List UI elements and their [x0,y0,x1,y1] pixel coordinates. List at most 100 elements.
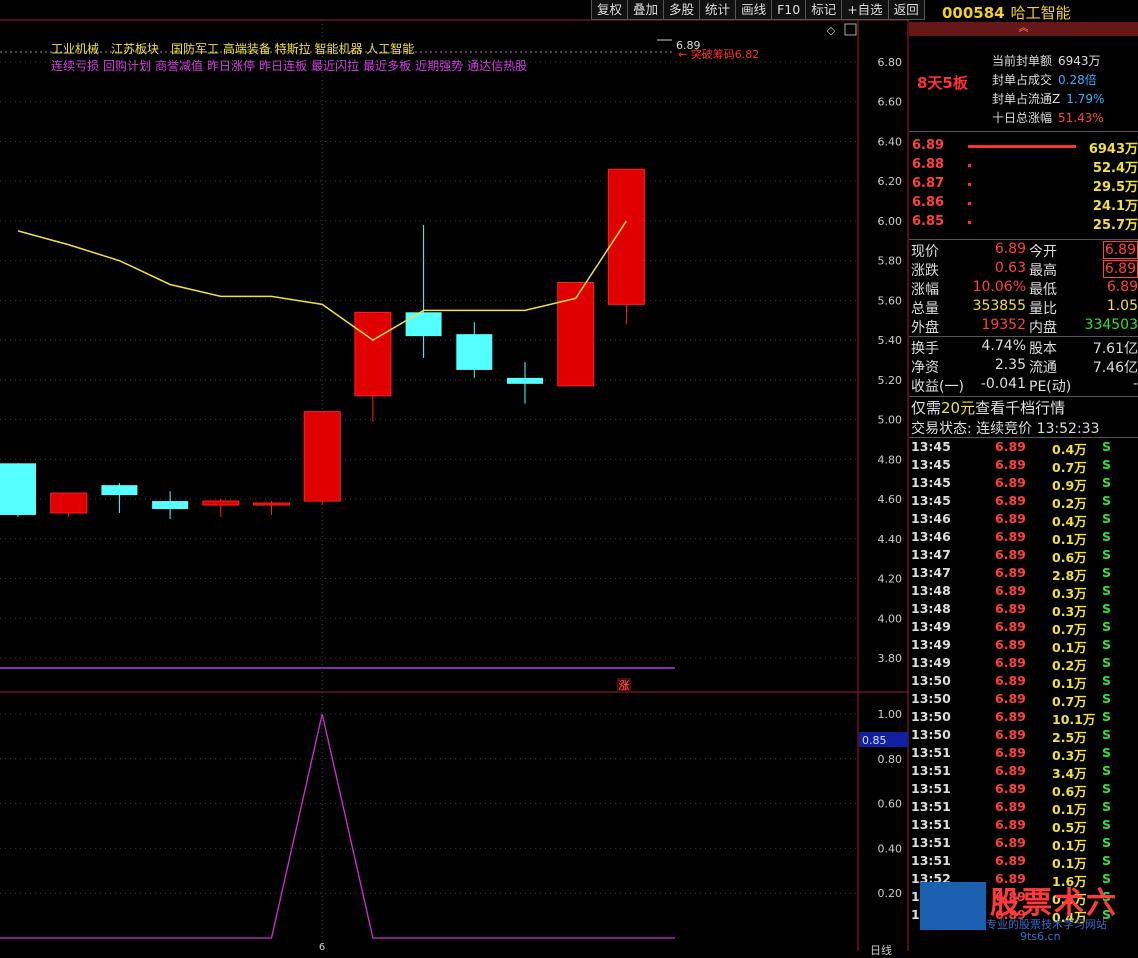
candle-down[interactable] [456,334,493,370]
feature-tag[interactable]: 回购计划 [103,59,151,73]
tick-side: S [1102,457,1112,472]
feature-tag[interactable]: 最近闪拉 [311,59,359,73]
seal-label: 当前封单额 [992,54,1053,68]
orderbook-row[interactable]: 6.89 6943万 [912,138,1138,157]
tick-row[interactable]: 13:50 6.89 0.1万 S [911,673,1138,691]
tick-side: S [1102,655,1112,670]
toolbar-button-1[interactable]: 叠加 [627,0,665,20]
orderbook-row[interactable]: 6.85 25.7万 [912,214,1138,233]
toolbar-button-4[interactable]: 画线 [735,0,773,20]
tick-volume: 0.6万 [1052,784,1087,799]
tick-row[interactable]: 13:51 6.89 0.1万 S [911,835,1138,853]
diamond-icon-glyph: ◇ [827,24,836,37]
tick-row[interactable]: 13:49 6.89 0.7万 S [911,619,1138,637]
quote-label: 今开 [1029,244,1057,260]
concept-tag[interactable]: 工业机械 [51,42,99,56]
candle-down[interactable] [507,377,543,384]
candle-up[interactable] [607,168,645,305]
watermark: 股票术六 专业的股票技术学习网站 9ts6.cn [920,878,1135,948]
tick-row[interactable]: 13:51 6.89 0.3万 S [911,745,1138,763]
tick-row[interactable]: 13:50 6.89 0.7万 S [911,691,1138,709]
tick-price: 6.89 [995,853,1026,868]
stock-header[interactable]: 000584 哈工智能 [942,2,1071,23]
feature-tag[interactable]: 通达信热股 [467,59,527,73]
seal-value: 0.28倍 [1058,73,1097,87]
quote-label: 外盘 [911,320,939,336]
tick-row[interactable]: 13:45 6.89 0.7万 S [911,457,1138,475]
feature-tag[interactable]: 昨日连板 [259,59,307,73]
feature-tag[interactable]: 近期强势 [415,59,463,73]
tick-side: S [1102,691,1112,706]
feature-tag[interactable]: 连续亏损 [51,59,99,73]
tick-row[interactable]: 13:46 6.89 0.4万 S [911,511,1138,529]
tick-row[interactable]: 13:49 6.89 0.1万 S [911,637,1138,655]
tick-row[interactable]: 13:49 6.89 0.2万 S [911,655,1138,673]
concept-tag[interactable]: 江苏板块 [111,42,159,56]
feature-tag[interactable]: 商誉减值 [155,59,203,73]
tick-row[interactable]: 13:45 6.89 0.9万 S [911,475,1138,493]
quote-value: 10.06% [972,279,1026,295]
candle-up[interactable] [253,502,290,506]
tick-row[interactable]: 13:47 6.89 0.6万 S [911,547,1138,565]
upgrade-notice[interactable]: 仅需20元查看千档行情 [911,397,1065,418]
candle-up[interactable] [303,411,341,502]
tick-price: 6.89 [995,691,1026,706]
toolbar-button-2[interactable]: 多股 [663,0,701,20]
toolbar-button-7[interactable]: +自选 [841,0,889,20]
quote-row: 换手 4.74% 股本 7.61亿 [911,338,1138,357]
quote-row: 净资 2.35 流通 7.46亿 [911,357,1138,376]
tick-price: 6.89 [995,439,1026,454]
divider [909,239,1138,240]
tick-row[interactable]: 13:50 6.89 10.1万 S [911,709,1138,727]
candle-up[interactable] [354,311,392,397]
candle-down[interactable] [152,501,189,509]
kline-chart-area[interactable]: 6.80 6.60 6.40 6.20 6.00 5.80 5.60 5.40 5.20 5.00… [0,0,909,951]
tick-row[interactable]: 13:48 6.89 0.3万 S [911,601,1138,619]
quote-row: 涨跌 0.63 最高 6.89 [911,260,1138,279]
tick-row[interactable]: 13:51 6.89 0.1万 S [911,799,1138,817]
tick-row[interactable]: 13:51 6.89 0.6万 S [911,781,1138,799]
tick-price: 6.89 [995,673,1026,688]
toolbar-button-6[interactable]: 标记 [805,0,843,20]
tick-row[interactable]: 13:48 6.89 0.3万 S [911,583,1138,601]
orderbook-row[interactable]: 6.86 24.1万 [912,195,1138,214]
toolbar-button-5[interactable]: F10 [771,0,807,20]
tick-row[interactable]: 13:46 6.89 0.1万 S [911,529,1138,547]
tick-row[interactable]: 13:50 6.89 2.5万 S [911,727,1138,745]
quote-label: 收益(一) [911,379,964,395]
tick-row[interactable]: 13:51 6.89 0.5万 S [911,817,1138,835]
bid-price: 6.88 [912,157,945,172]
tick-row[interactable]: 13:51 6.89 0.1万 S [911,853,1138,871]
indicator-value: 0.85 [862,734,887,747]
tick-time: 13:46 [911,529,951,544]
toolbar-button-3[interactable]: 统计 [699,0,737,20]
toolbar-button-0[interactable]: 复权 [591,0,629,20]
tick-volume: 0.3万 [1052,586,1087,601]
period-label[interactable]: 日线 [870,942,892,958]
y-tick-label: 4.20 [878,573,903,586]
feature-tag[interactable]: 昨日涨停 [207,59,255,73]
candle-up[interactable] [50,492,88,514]
collapse-chevron-icon[interactable]: ︽ [909,22,1138,36]
scroll-box-icon[interactable] [844,23,857,36]
orderbook-row[interactable]: 6.88 52.4万 [912,157,1138,176]
bid-price: 6.86 [912,195,945,210]
candle-up[interactable] [202,500,240,506]
bid-volume-bar [968,202,971,205]
candle-down[interactable] [405,312,442,337]
tick-volume: 0.4万 [1052,442,1087,457]
quote-label: 量比 [1029,301,1057,317]
tick-time: 13:51 [911,853,951,868]
feature-tag[interactable]: 最近多板 [363,59,411,73]
tick-row[interactable]: 13:47 6.89 2.8万 S [911,565,1138,583]
orderbook-row[interactable]: 6.87 29.5万 [912,176,1138,195]
bid-price: 6.89 [912,138,945,153]
tick-row[interactable]: 13:45 6.89 0.4万 S [911,439,1138,457]
limit-board-badge: 8天5板 [917,74,968,92]
candle-down[interactable] [101,485,138,496]
tick-row[interactable]: 13:45 6.89 0.2万 S [911,493,1138,511]
concept-tag[interactable]: 国防军工 高端装备 特斯拉 智能机器 人工智能 [171,42,414,56]
tick-row[interactable]: 13:51 6.89 3.4万 S [911,763,1138,781]
candle-down[interactable] [0,463,36,515]
tick-price: 6.89 [995,709,1026,724]
